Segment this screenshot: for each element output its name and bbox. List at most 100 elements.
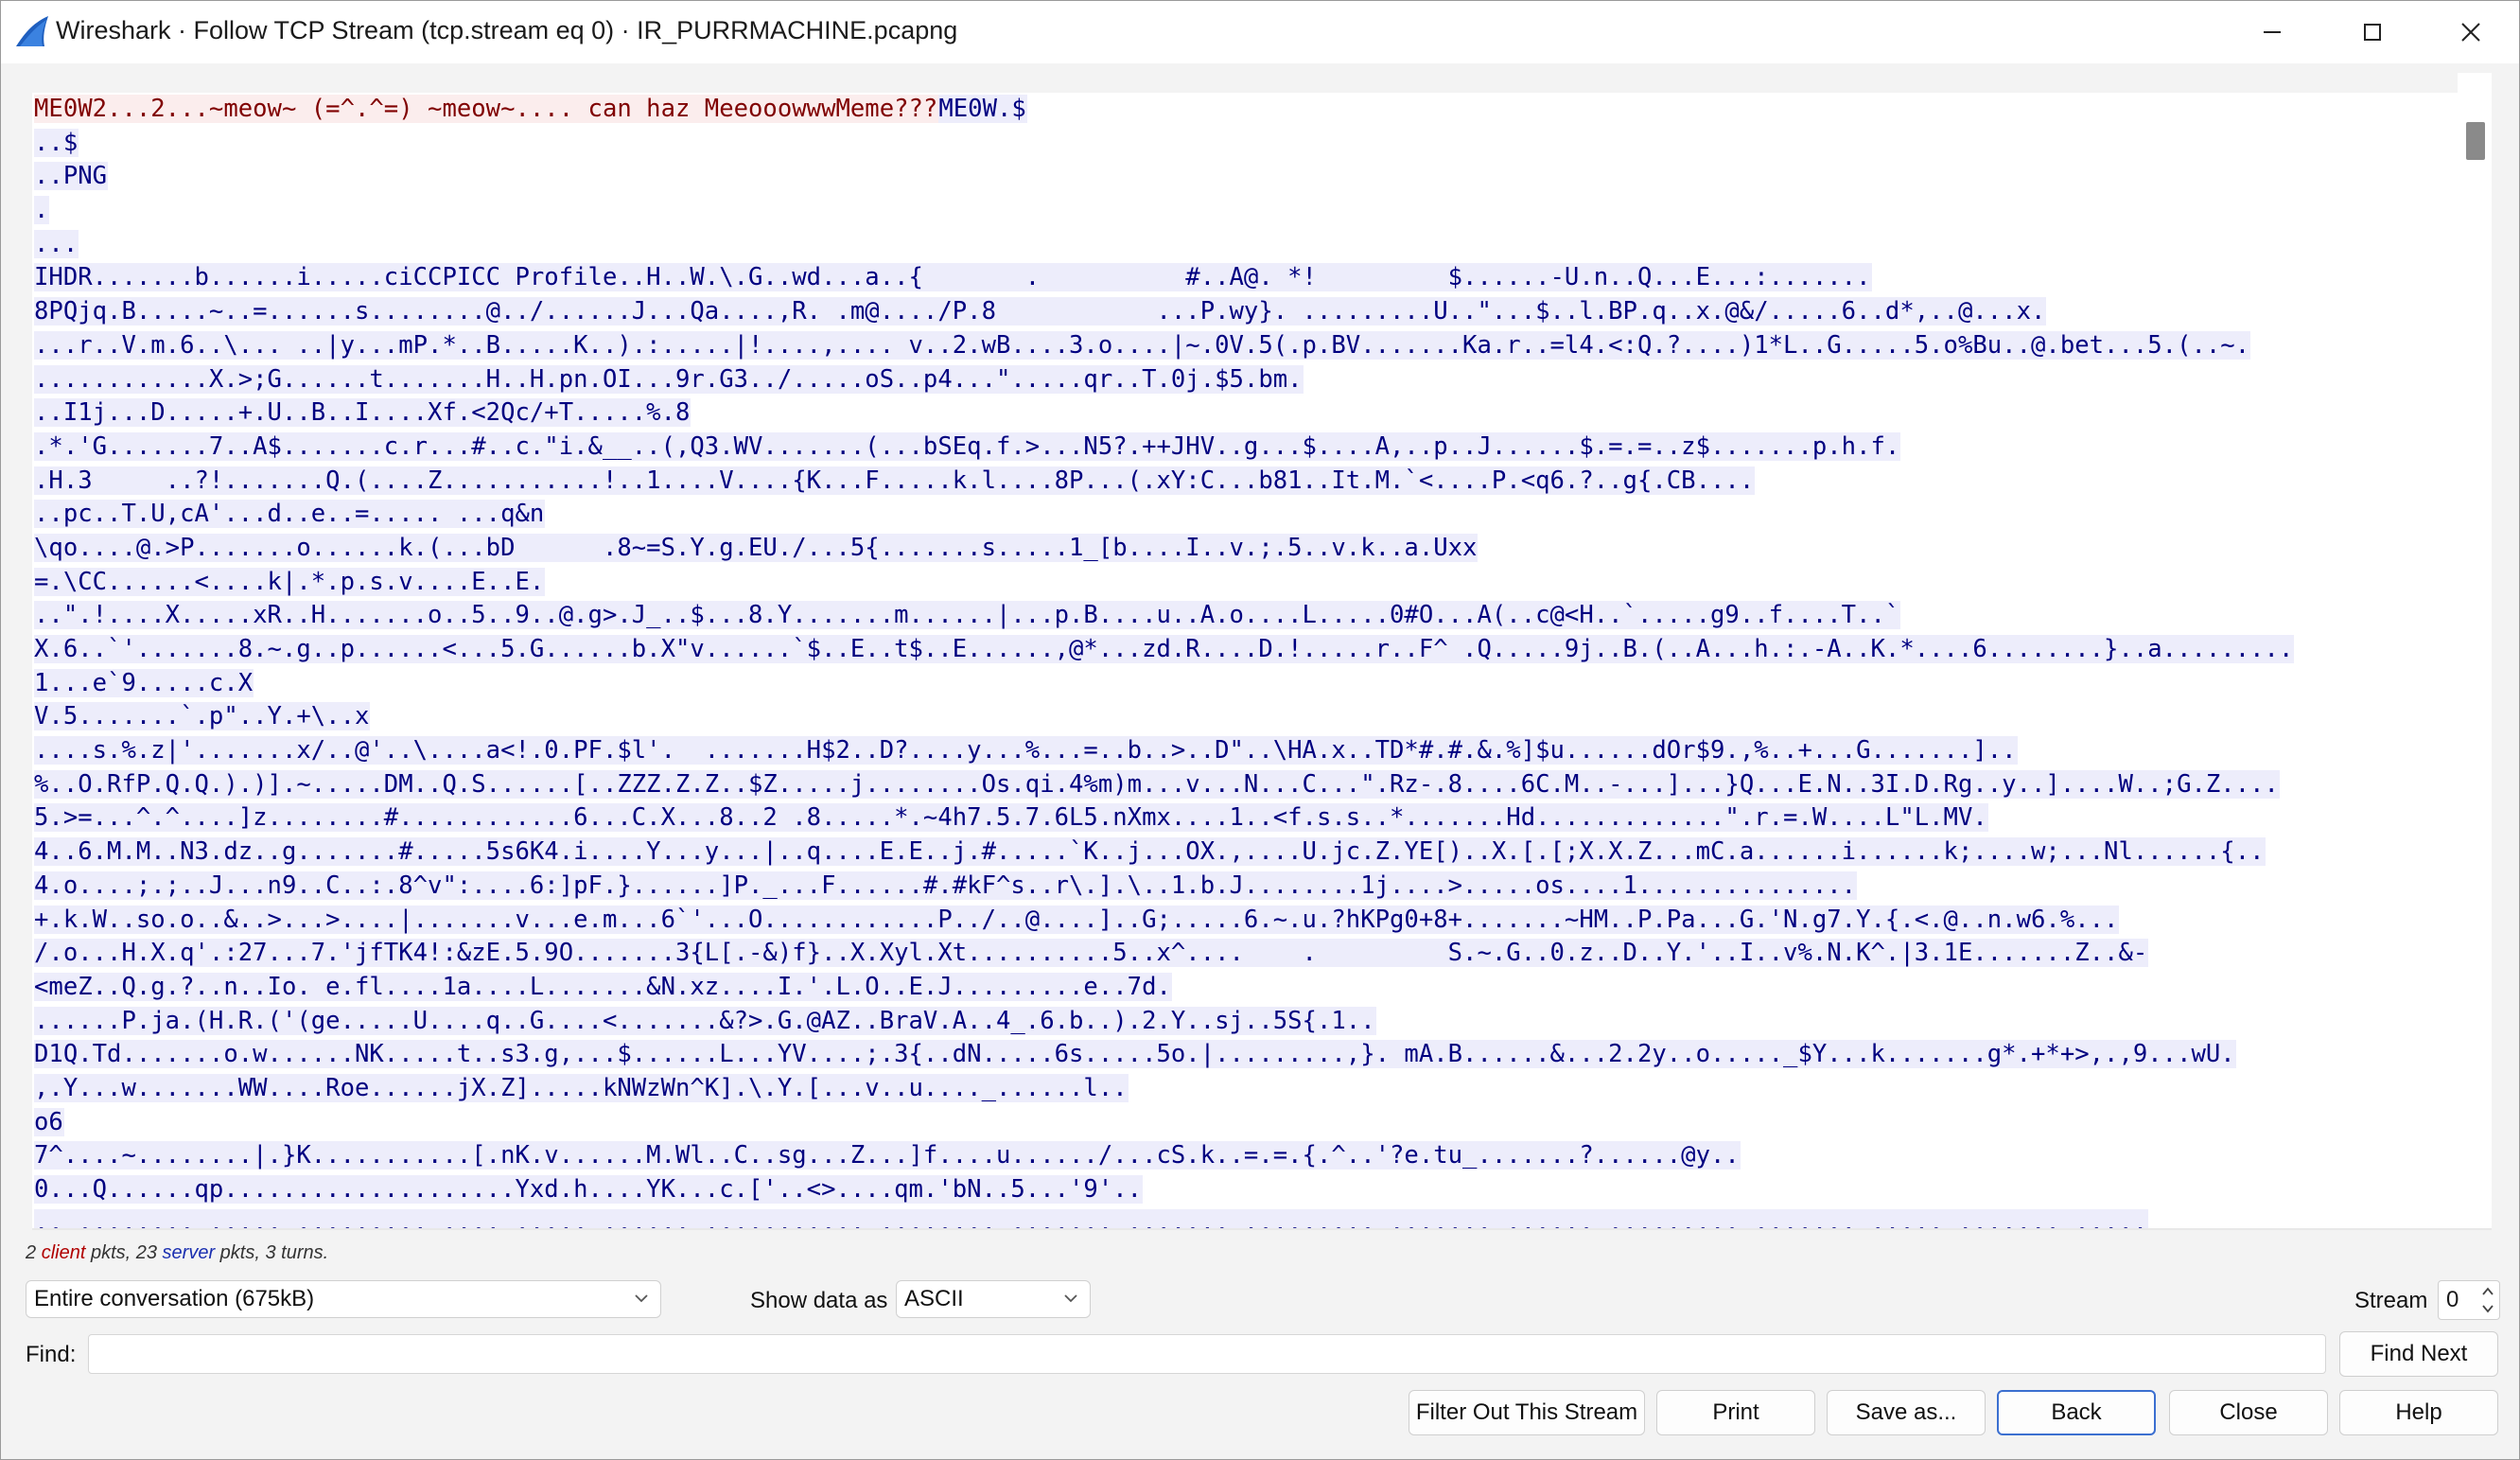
stream-line: ......P.ja.(H.R.('(ge.....U....q..G....<… <box>34 1005 2456 1039</box>
server-data-segment: .*.'G.......7..A$.......c.r...#..c."i.&_… <box>34 431 1901 461</box>
server-data-segment: 4.o....;.;..J...n9..C..:.8^v":....6:]pF.… <box>34 871 1858 900</box>
stream-line: o6 <box>34 1106 2456 1140</box>
stream-text[interactable]: ME0W2...2...~meow~ (=^.^=) ~meow~.... ca… <box>34 93 2456 1228</box>
vertical-scrollbar[interactable] <box>2458 73 2492 1228</box>
stream-line: 7^....~........|.}K...........[.nK.v....… <box>34 1139 2456 1173</box>
chevron-down-icon <box>635 1294 648 1303</box>
server-data-segment: %..O.RfP.Q.Q.).)].~.....DM..Q.S......[..… <box>34 769 2280 799</box>
stream-line: 8PQjq.B.....~..=......s........@../.....… <box>34 295 2456 329</box>
server-data-segment: o6 <box>34 1107 64 1136</box>
stream-line: ME0W2...2...~meow~ (=^.^=) ~meow~.... ca… <box>34 93 2456 127</box>
server-data-segment: 0...Q......qp....................Yxd.h..… <box>34 1175 1144 1204</box>
stream-number-spinbox[interactable]: 0 <box>2438 1280 2500 1320</box>
stream-line: X.6..`'.......8.~.g..p......<...5.G.....… <box>34 633 2456 667</box>
server-data-segment: ,.Y...w.......WW....Roe......jX.Z].....k… <box>34 1073 1129 1102</box>
stream-line: ....s.%.z|'.......x/..@'..\....a<!.0.PF.… <box>34 734 2456 768</box>
stream-line: 1...e`9.....c.X <box>34 667 2456 701</box>
client-data-segment: ME0W2...2...~meow~ (=^.^=) ~meow~.... ca… <box>34 95 939 123</box>
server-data-segment: .. ........ ..... ......... .... ..... .… <box>34 1208 2149 1228</box>
help-button[interactable]: Help <box>2339 1390 2498 1435</box>
spin-down-icon[interactable] <box>2478 1301 2497 1316</box>
server-data-segment: .H.3 ..?!.......Q.(....Z...........!..1.… <box>34 466 1756 495</box>
minimize-button[interactable] <box>2222 1 2322 63</box>
server-word: server <box>162 1242 216 1263</box>
spin-up-icon[interactable] <box>2478 1284 2497 1299</box>
stream-line: ..PNG <box>34 160 2456 194</box>
server-data-segment: ..$ <box>34 128 79 157</box>
server-data-segment: ..I1j...D.....+.U..B..I....Xf.<2Qc/+T...… <box>34 398 691 428</box>
stream-line: ..$ <box>34 127 2456 161</box>
title-bar: Wireshark · Follow TCP Stream (tcp.strea… <box>1 1 2519 63</box>
client-packet-count: 2 <box>26 1242 37 1263</box>
server-data-segment: 5.>=...^.^....]z........#............6..… <box>34 803 1988 833</box>
save-as-button[interactable]: Save as... <box>1827 1390 1986 1435</box>
stream-line: <meZ..Q.g.?..n..Io. e.fl....1a....L.....… <box>34 971 2456 1005</box>
stream-label: Stream <box>2354 1288 2428 1313</box>
stream-line: 0...Q......qp....................Yxd.h..… <box>34 1173 2456 1207</box>
server-data-segment: =.\CC......<....k|.*.p.s.v....E..E. <box>34 567 546 596</box>
find-next-button[interactable]: Find Next <box>2339 1331 2498 1377</box>
maximize-button[interactable] <box>2322 1 2423 63</box>
server-data-segment: V.5.......`.p"..Y.+\..x <box>34 702 371 731</box>
minimize-icon <box>2264 31 2281 33</box>
stream-line: .. ........ ..... ......... .... ..... .… <box>34 1207 2456 1228</box>
follow-tcp-stream-window: Wireshark · Follow TCP Stream (tcp.strea… <box>0 0 2520 1460</box>
print-button[interactable]: Print <box>1656 1390 1815 1435</box>
server-data-segment: /.o...H.X.q'.:27...7.'jfTK4!:&zE.5.9O...… <box>34 939 2149 968</box>
scrollbar-thumb[interactable] <box>2466 122 2485 160</box>
window-title: Wireshark · Follow TCP Stream (tcp.strea… <box>56 16 958 44</box>
show-data-label: Show data as <box>750 1288 888 1313</box>
server-data-segment: ..pc..T.U,cA'...d..e..=..... ...q&n <box>34 500 546 529</box>
close-button[interactable]: Close <box>2169 1390 2328 1435</box>
stream-line: . <box>34 194 2456 228</box>
stream-summary: 2 client pkts, 23 server pkts, 3 turns. <box>26 1242 328 1264</box>
stream-number-value: 0 <box>2446 1287 2459 1312</box>
stream-line: ..pc..T.U,cA'...d..e..=..... ...q&n <box>34 498 2456 532</box>
stream-line: 4..6.M.M..N3.dz..g.......#.....5s6K4.i..… <box>34 836 2456 870</box>
stream-line: ............X.>;G......t.......H..H.pn.O… <box>34 363 2456 397</box>
find-label: Find: <box>26 1342 77 1367</box>
stream-line: D1Q.Td.......o.w......NK.....t..s3.g,...… <box>34 1038 2456 1072</box>
server-data-segment: . <box>34 196 50 225</box>
stream-line: ,.Y...w.......WW....Roe......jX.Z].....k… <box>34 1072 2456 1106</box>
server-data-segment: 4..6.M.M..N3.dz..g.......#.....5s6K4.i..… <box>34 837 2266 867</box>
server-data-segment: 8PQjq.B.....~..=......s........@../.....… <box>34 297 2047 326</box>
summary-tail: pkts, 3 turns. <box>215 1242 329 1263</box>
server-data-segment: X.6..`'.......8.~.g..p......<...5.G.....… <box>34 635 2295 663</box>
stream-line: +.k.W..so.o..&..>...>....|.......v...e.m… <box>34 904 2456 938</box>
filter-out-stream-button[interactable]: Filter Out This Stream <box>1409 1390 1645 1435</box>
back-button[interactable]: Back <box>1997 1390 2156 1435</box>
wireshark-fin-icon <box>16 16 48 46</box>
close-icon <box>2461 23 2480 42</box>
conversation-select[interactable]: Entire conversation (675kB) <box>26 1280 661 1318</box>
close-window-button[interactable] <box>2421 1 2519 63</box>
stream-line: ..I1j...D.....+.U..B..I....Xf.<2Qc/+T...… <box>34 396 2456 431</box>
stream-line: /.o...H.X.q'.:27...7.'jfTK4!:&zE.5.9O...… <box>34 937 2456 971</box>
server-data-segment: ... <box>34 229 79 258</box>
server-data-segment: ...r..V.m.6..\... ..|y...mP.*..B.....K..… <box>34 330 2251 360</box>
stream-line: \qo....@.>P.......o......k.(...bD .8~=S.… <box>34 532 2456 566</box>
find-input[interactable] <box>88 1334 2326 1374</box>
show-data-select[interactable]: ASCII <box>896 1280 1091 1318</box>
server-data-segment: 7^....~........|.}K...........[.nK.v....… <box>34 1141 1741 1170</box>
stream-line: ...r..V.m.6..\... ..|y...mP.*..B.....K..… <box>34 329 2456 363</box>
server-data-segment: ......P.ja.(H.R.('(ge.....U....q..G....<… <box>34 1006 1376 1035</box>
server-data-segment: ....s.%.z|'.......x/..@'..\....a<!.0.PF.… <box>34 736 2018 765</box>
stream-line: %..O.RfP.Q.Q.).)].~.....DM..Q.S......[..… <box>34 768 2456 802</box>
client-word: client <box>41 1242 86 1263</box>
server-data-segment: 1...e`9.....c.X <box>34 668 254 697</box>
chevron-down-icon <box>1064 1294 1077 1303</box>
stream-line: ... <box>34 228 2456 262</box>
stream-line: .*.'G.......7..A$.......c.r...#..c."i.&_… <box>34 431 2456 465</box>
stream-content-pane[interactable]: ME0W2...2...~meow~ (=^.^=) ~meow~.... ca… <box>32 93 2458 1228</box>
stream-line: IHDR.......b......i.....ciCCPICC Profile… <box>34 261 2456 295</box>
server-data-segment: ME0W.$ <box>938 95 1027 123</box>
server-data-segment: \qo....@.>P.......o......k.(...bD .8~=S.… <box>34 533 1479 562</box>
horizontal-scrollbar[interactable] <box>32 1228 2492 1230</box>
show-data-select-value: ASCII <box>904 1286 964 1311</box>
stream-line: 5.>=...^.^....]z........#............6..… <box>34 801 2456 836</box>
server-data-segment: <meZ..Q.g.?..n..Io. e.fl....1a....L.....… <box>34 972 1172 1001</box>
conversation-select-value: Entire conversation (675kB) <box>34 1286 315 1311</box>
summary-mid: pkts, 23 <box>85 1242 163 1263</box>
stream-line: =.\CC......<....k|.*.p.s.v....E..E. <box>34 566 2456 600</box>
